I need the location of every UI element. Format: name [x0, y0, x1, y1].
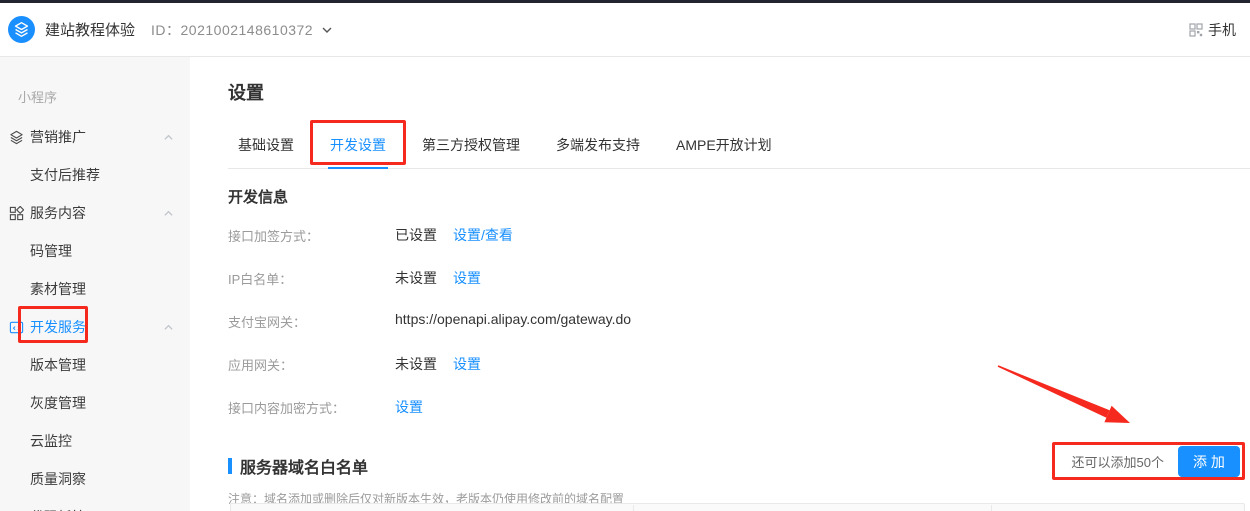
add-domain-area: 还可以添加50个 添 加	[1056, 446, 1240, 477]
row-ip-whitelist: IP白名单： 未设置 设置	[228, 268, 1250, 311]
sidebar-item-label: 开发服务	[30, 317, 86, 337]
row-value: https://openapi.alipay.com/gateway.do	[395, 311, 631, 327]
sidebar-item-version-manage[interactable]: 版本管理	[0, 346, 190, 384]
sidebar-item-label: 服务内容	[30, 203, 86, 223]
domain-table-header	[230, 503, 1245, 511]
row-link[interactable]: 设置	[395, 397, 423, 417]
page-title: 设置	[228, 79, 1250, 105]
main-content: 设置 基础设置 开发设置 第三方授权管理 多端发布支持 AMPE开放计划 开发信…	[190, 57, 1250, 511]
dev-info-title: 开发信息	[228, 186, 1250, 207]
row-label: IP白名单：	[228, 268, 395, 288]
grid-icon	[8, 205, 24, 221]
sidebar-item-label: 云监控	[30, 431, 72, 451]
row-link[interactable]: 设置	[453, 268, 481, 288]
sidebar-item-label: 支付后推荐	[30, 165, 100, 185]
app-name: 建站教程体验	[45, 19, 135, 40]
settings-tabs: 基础设置 开发设置 第三方授权管理 多端发布支持 AMPE开放计划	[228, 127, 1250, 169]
tab-dev-settings[interactable]: 开发设置	[320, 127, 396, 168]
tab-third-party-auth[interactable]: 第三方授权管理	[412, 127, 530, 168]
sidebar-section-miniprogram: 小程序	[18, 87, 190, 106]
tab-basic-settings[interactable]: 基础设置	[228, 127, 304, 168]
sidebar-item-label: 质量洞察	[30, 469, 86, 489]
row-label: 接口加签方式：	[228, 225, 395, 245]
app-logo-icon	[8, 16, 35, 43]
row-link[interactable]: 设置/查看	[453, 225, 513, 245]
sidebar-item-pay-recommend[interactable]: 支付后推荐	[0, 156, 190, 194]
row-api-sign: 接口加签方式： 已设置 设置/查看	[228, 225, 1250, 268]
add-button[interactable]: 添 加	[1178, 446, 1240, 477]
row-label: 应用网关：	[228, 354, 395, 374]
row-alipay-gateway: 支付宝网关： https://openapi.alipay.com/gatewa…	[228, 311, 1250, 354]
logo-glyph-icon	[13, 21, 30, 38]
table-column-divider	[991, 505, 992, 511]
chevron-down-icon[interactable]	[321, 24, 333, 36]
dev-window-icon	[8, 319, 24, 335]
chevron-up-icon[interactable]	[163, 322, 174, 333]
row-value: 未设置	[395, 268, 437, 288]
sidebar-item-quality-insight[interactable]: 质量洞察	[0, 460, 190, 498]
row-link[interactable]: 设置	[453, 354, 481, 374]
app-header: 建站教程体验 ID：2021002148610372 手机	[0, 3, 1250, 57]
sidebar: 小程序 营销推广 支付后推荐 服务内容 码管理 素材管理	[0, 57, 190, 511]
sidebar-item-label: 版本管理	[30, 355, 86, 375]
sidebar-item-code-hosting[interactable]: 代码托管	[0, 498, 190, 511]
sidebar-item-gray-manage[interactable]: 灰度管理	[0, 384, 190, 422]
table-column-divider	[633, 505, 634, 511]
sidebar-item-label: 码管理	[30, 241, 72, 261]
row-app-gateway: 应用网关： 未设置 设置	[228, 354, 1250, 397]
qr-code-icon	[1189, 23, 1203, 37]
sidebar-item-cloud-monitor[interactable]: 云监控	[0, 422, 190, 460]
row-label: 接口内容加密方式：	[228, 397, 395, 417]
sidebar-item-marketing[interactable]: 营销推广	[0, 118, 190, 156]
sidebar-item-service-content[interactable]: 服务内容	[0, 194, 190, 232]
row-label: 支付宝网关：	[228, 311, 395, 331]
sidebar-item-code-manage[interactable]: 码管理	[0, 232, 190, 270]
phone-preview-button[interactable]: 手机	[1189, 20, 1236, 40]
domain-whitelist-title: 服务器域名白名单	[240, 454, 368, 478]
sidebar-item-dev-service[interactable]: 开发服务	[0, 308, 190, 346]
row-value: 已设置	[395, 225, 437, 245]
chevron-up-icon[interactable]	[163, 208, 174, 219]
sidebar-item-label: 素材管理	[30, 279, 86, 299]
tab-ampe-plan[interactable]: AMPE开放计划	[666, 127, 782, 168]
sidebar-item-material-manage[interactable]: 素材管理	[0, 270, 190, 308]
chevron-up-icon[interactable]	[163, 132, 174, 143]
sidebar-item-label: 灰度管理	[30, 393, 86, 413]
dev-info-rows: 接口加签方式： 已设置 设置/查看 IP白名单： 未设置 设置 支付宝网关： h…	[228, 221, 1250, 440]
row-value: 未设置	[395, 354, 437, 374]
sidebar-item-label: 营销推广	[30, 127, 86, 147]
tab-multi-publish[interactable]: 多端发布支持	[546, 127, 650, 168]
sidebar-item-label: 代码托管	[30, 507, 86, 511]
app-id: ID：2021002148610372	[151, 20, 313, 40]
phone-label: 手机	[1208, 20, 1236, 40]
layers-icon	[8, 129, 24, 145]
remaining-count-text: 还可以添加50个	[1072, 452, 1164, 471]
section-accent-bar	[228, 458, 232, 474]
row-content-encrypt: 接口内容加密方式： 设置	[228, 397, 1250, 440]
